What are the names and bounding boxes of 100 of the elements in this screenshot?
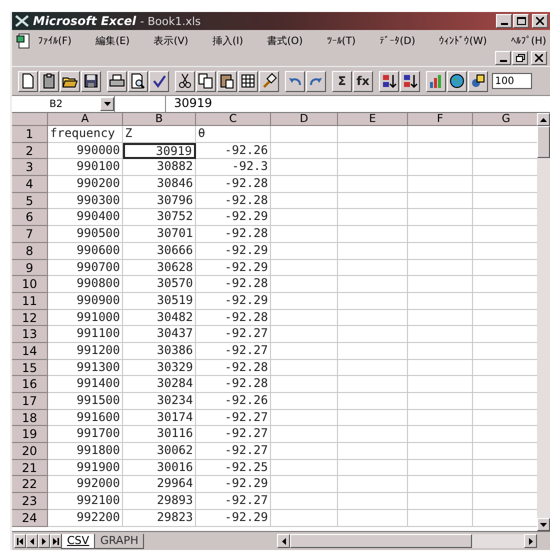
drawing-shapes-icon (470, 73, 486, 89)
menu-item[interactable]: ﾌｧｲﾙ(F) (38, 34, 72, 46)
table-cell (271, 510, 338, 526)
column-header[interactable]: G (473, 113, 537, 126)
column-header[interactable]: C (196, 113, 271, 126)
minimize-button[interactable] (496, 14, 512, 28)
column-header[interactable]: F (408, 113, 473, 126)
table-cell (271, 292, 338, 310)
close-button[interactable] (532, 14, 548, 28)
menu-item[interactable]: 表示(V) (154, 34, 188, 48)
column-header[interactable]: B (123, 113, 196, 126)
horizontal-scrollbar[interactable] (277, 534, 537, 548)
table-cell: -92.27 (196, 342, 271, 360)
restore-button[interactable] (512, 50, 528, 64)
check-mark-button[interactable] (149, 70, 169, 92)
previous-sheet-button[interactable] (26, 534, 38, 548)
sheet-tab[interactable]: CSV (61, 534, 96, 548)
autosum-button[interactable]: Σ (332, 70, 352, 92)
table-cell (338, 493, 408, 510)
column-header[interactable]: A (48, 113, 123, 126)
row-header[interactable]: 2 (12, 142, 48, 160)
menu-item[interactable]: 書式(O) (267, 34, 303, 48)
clipboard-button[interactable] (39, 70, 59, 92)
first-sheet-button[interactable] (14, 534, 26, 548)
sheet-tab[interactable]: GRAPH (94, 534, 144, 548)
bar-chart-button[interactable] (426, 70, 446, 92)
row-header[interactable]: 20 (12, 443, 48, 460)
printer-button[interactable] (107, 70, 127, 92)
minimize-button[interactable] (495, 50, 511, 64)
next-sheet-button[interactable] (38, 534, 50, 548)
paintbrush-button[interactable] (259, 70, 279, 92)
scroll-down-button[interactable] (537, 518, 550, 531)
table-cell (338, 260, 408, 276)
row-header[interactable]: 11 (12, 292, 48, 310)
column-header[interactable]: E (338, 113, 408, 126)
drawing-shapes-button[interactable] (468, 70, 488, 92)
row-header[interactable]: 22 (12, 476, 48, 494)
scroll-up-button[interactable] (537, 113, 550, 126)
row-header[interactable]: 13 (12, 326, 48, 343)
menu-item[interactable]: ｳｨﾝﾄﾞｳ(W) (439, 34, 487, 46)
save-disk-button[interactable] (81, 70, 101, 92)
table-cell (271, 142, 338, 160)
sort-ascending-button[interactable] (379, 70, 399, 92)
scroll-left-button[interactable] (277, 534, 290, 548)
row-header[interactable]: 19 (12, 426, 48, 444)
row-header[interactable]: 1 (12, 126, 48, 143)
clipboard-paste-button[interactable] (217, 70, 237, 92)
undo-arrow-button[interactable] (285, 70, 305, 92)
row-header[interactable]: 17 (12, 393, 48, 410)
menu-item[interactable]: ﾍﾙﾌﾟ(H) (510, 34, 546, 46)
name-box[interactable]: B2 (12, 96, 115, 112)
row-header[interactable]: 3 (12, 159, 48, 176)
table-cell: -92.29 (196, 209, 271, 226)
menu-item[interactable]: 挿入(I) (212, 34, 244, 48)
new-document-button[interactable] (18, 70, 38, 92)
row-header[interactable]: 15 (12, 360, 48, 376)
scroll-right-button[interactable] (524, 534, 537, 548)
scroll-thumb[interactable] (537, 126, 550, 158)
row-header[interactable]: 12 (12, 310, 48, 326)
zoom-field[interactable]: 100 (492, 73, 532, 89)
magnifier-page-button[interactable] (128, 70, 148, 92)
scissors-button[interactable] (175, 70, 195, 92)
dropdown-button[interactable] (100, 97, 114, 111)
row-header[interactable]: 6 (12, 209, 48, 226)
menu-item[interactable]: ﾂｰﾙ(T) (326, 34, 356, 46)
table-cell: 991700 (48, 426, 123, 444)
redo-arrow-button[interactable] (306, 70, 326, 92)
row-header[interactable]: 10 (12, 276, 48, 293)
row-header[interactable]: 16 (12, 376, 48, 393)
table-cell: -92.29 (196, 292, 271, 310)
menu-item[interactable]: ﾃﾞｰﾀ(D) (380, 34, 416, 46)
table-cell: -92.29 (196, 476, 271, 494)
copy-pages-button[interactable] (196, 70, 216, 92)
last-sheet-button[interactable] (50, 534, 62, 548)
row-header[interactable]: 14 (12, 342, 48, 360)
up-arrow-icon (540, 118, 547, 122)
maximize-button[interactable] (513, 14, 529, 28)
sort-descending-button[interactable] (400, 70, 420, 92)
vertical-scrollbar[interactable] (537, 113, 550, 531)
table-cell (338, 292, 408, 310)
table-grid-button[interactable] (238, 70, 258, 92)
scroll-thumb[interactable] (290, 534, 472, 548)
row-header[interactable]: 18 (12, 410, 48, 426)
row-header[interactable]: 23 (12, 493, 48, 510)
minimize-icon (500, 23, 508, 25)
close-button[interactable] (531, 50, 547, 64)
row-header[interactable]: 9 (12, 260, 48, 276)
table-cell (338, 276, 408, 293)
row-header[interactable]: 4 (12, 176, 48, 193)
row-header[interactable]: 7 (12, 226, 48, 243)
row-header[interactable]: 8 (12, 242, 48, 260)
formula-field[interactable]: 30919 (166, 96, 550, 112)
row-header[interactable]: 5 (12, 192, 48, 210)
column-header[interactable]: D (271, 113, 338, 126)
open-folder-button[interactable] (60, 70, 80, 92)
function-button[interactable]: fx (353, 70, 373, 92)
globe-button[interactable] (447, 70, 467, 92)
row-header[interactable]: 24 (12, 510, 48, 526)
menu-item[interactable]: 編集(E) (96, 34, 130, 48)
row-header[interactable]: 21 (12, 460, 48, 476)
